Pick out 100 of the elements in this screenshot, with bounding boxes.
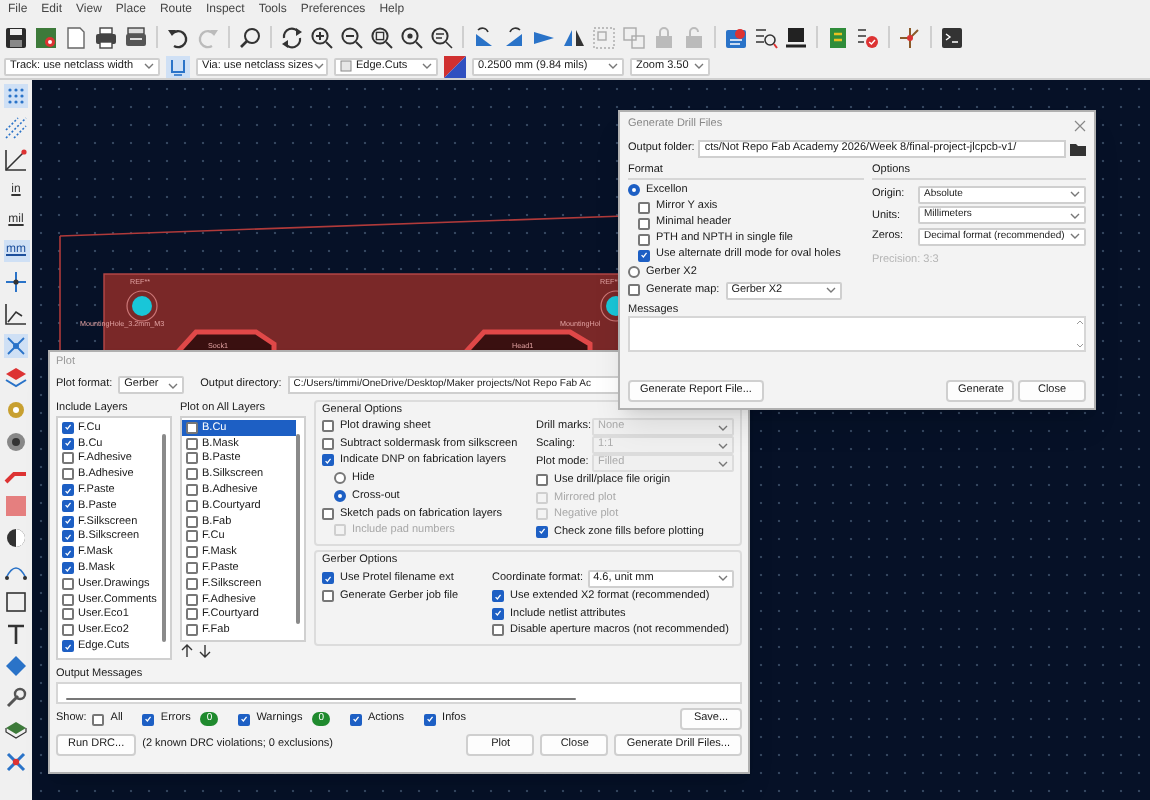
checkbox[interactable]	[638, 233, 650, 245]
checkbox[interactable]	[638, 201, 650, 213]
checkbox[interactable]	[186, 484, 198, 497]
checkbox[interactable]	[186, 593, 198, 606]
grid-icon[interactable]	[4, 84, 28, 108]
print-icon[interactable]	[94, 25, 118, 49]
arrow-up-icon[interactable]	[180, 644, 194, 658]
checkbox[interactable]	[322, 589, 334, 602]
checkbox[interactable]	[62, 608, 74, 621]
zoom-in-icon[interactable]	[310, 25, 334, 49]
checkbox[interactable]	[638, 217, 650, 229]
hatch-icon[interactable]	[4, 116, 28, 140]
save-icon[interactable]	[4, 25, 28, 49]
checkbox[interactable]	[62, 468, 74, 481]
checkbox[interactable]	[92, 713, 105, 725]
radio-button[interactable]	[334, 472, 346, 484]
checkbox[interactable]	[62, 437, 74, 450]
scrollbar-thumb[interactable]	[296, 434, 300, 624]
rotate-right-icon[interactable]	[502, 25, 526, 49]
terminal-icon[interactable]	[940, 25, 964, 49]
checkbox[interactable]	[350, 713, 362, 725]
zoom-out-icon[interactable]	[340, 25, 364, 49]
rotate-left-icon[interactable]	[472, 25, 496, 49]
caret-icon	[825, 286, 836, 294]
checkbox[interactable]	[186, 608, 198, 621]
checkbox[interactable]	[62, 640, 74, 653]
undo-icon[interactable]	[166, 25, 190, 49]
refresh-icon[interactable]	[280, 25, 304, 49]
board-3d-icon[interactable]	[4, 718, 28, 742]
checkbox[interactable]	[186, 624, 198, 637]
checkbox[interactable]	[186, 562, 198, 575]
checkbox[interactable]	[186, 546, 198, 559]
checkbox[interactable]	[186, 515, 198, 528]
checkbox[interactable]	[322, 572, 334, 585]
checkbox[interactable]	[628, 284, 640, 296]
checkbox[interactable]	[492, 607, 504, 620]
zoom-fit-icon[interactable]	[370, 25, 394, 49]
angle-icon[interactable]	[4, 148, 28, 172]
zoom-objects-icon[interactable]	[400, 25, 424, 49]
checkbox[interactable]	[322, 437, 334, 450]
checkbox[interactable]	[186, 530, 198, 543]
checkbox[interactable]	[322, 507, 334, 520]
mirror-icon[interactable]	[562, 25, 586, 49]
checkbox[interactable]	[536, 525, 548, 538]
checkbox[interactable]	[186, 437, 198, 450]
zoom-area-icon[interactable]	[430, 25, 454, 49]
checkbox[interactable]	[62, 562, 74, 575]
arrow-down-icon[interactable]	[198, 644, 212, 658]
checkbox[interactable]	[62, 530, 74, 543]
checkbox[interactable]	[322, 420, 334, 433]
tools-icon[interactable]	[4, 750, 28, 774]
python-icon[interactable]	[826, 25, 850, 49]
check-icon	[640, 250, 648, 260]
contrast-icon[interactable]	[4, 526, 28, 550]
close-icon[interactable]	[1074, 119, 1086, 131]
checkbox[interactable]	[186, 421, 198, 434]
search-icon[interactable]	[238, 25, 262, 49]
checkbox[interactable]	[186, 468, 198, 481]
radio-button[interactable]	[334, 490, 346, 502]
checkbox[interactable]	[424, 713, 437, 725]
checkbox[interactable]	[62, 624, 74, 637]
checkbox[interactable]	[322, 454, 334, 467]
checkbox[interactable]	[238, 713, 251, 725]
network-icon[interactable]	[4, 334, 28, 358]
folder-icon[interactable]	[1070, 141, 1086, 155]
checkbox[interactable]	[62, 484, 74, 497]
checkbox[interactable]	[62, 452, 74, 465]
scrollbar-thumb[interactable]	[66, 697, 576, 700]
checkbox[interactable]	[492, 624, 504, 637]
net-inspector-icon[interactable]	[724, 25, 748, 49]
via-icon[interactable]	[4, 430, 28, 454]
chip-icon[interactable]	[784, 25, 808, 49]
drc-icon[interactable]	[856, 25, 880, 49]
checkbox[interactable]	[62, 577, 74, 590]
checkbox[interactable]	[142, 713, 155, 725]
axis-icon[interactable]	[4, 302, 28, 326]
text-icon[interactable]	[4, 622, 28, 646]
layer-pair-icon[interactable]	[444, 55, 466, 77]
checkbox[interactable]	[62, 515, 74, 528]
checkbox[interactable]	[186, 452, 198, 465]
checkbox[interactable]	[186, 499, 198, 512]
outline-icon[interactable]	[4, 590, 28, 614]
layers-icon[interactable]	[4, 366, 28, 390]
cursor-icon[interactable]	[4, 270, 28, 294]
checkbox[interactable]	[62, 421, 74, 434]
checkbox[interactable]	[62, 546, 74, 559]
checkbox[interactable]	[62, 499, 74, 512]
checkbox[interactable]	[62, 593, 74, 606]
checkbox[interactable]	[638, 249, 650, 261]
checkbox[interactable]	[186, 577, 198, 590]
scrollbar-thumb[interactable]	[162, 434, 166, 642]
radio-button[interactable]	[628, 184, 640, 197]
checkbox[interactable]	[492, 590, 504, 603]
board-icon[interactable]	[34, 25, 58, 49]
list-search-icon[interactable]	[754, 25, 778, 49]
plot-icon[interactable]	[124, 25, 148, 49]
checkbox[interactable]	[536, 474, 548, 487]
route-icon[interactable]	[898, 25, 922, 49]
wrench-icon[interactable]	[4, 686, 28, 710]
radio-button[interactable]	[628, 265, 640, 278]
